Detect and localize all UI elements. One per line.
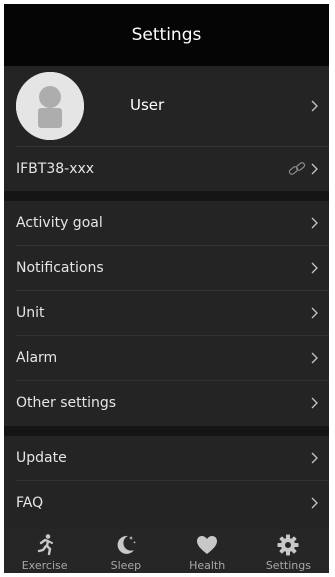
menu-item-alarm[interactable]: Alarm xyxy=(4,336,329,380)
menu-item-label: Notifications xyxy=(16,260,104,276)
chevron-right-icon xyxy=(307,216,321,230)
link-icon xyxy=(287,159,307,179)
device-row[interactable]: IFBT38-xxx xyxy=(4,147,329,191)
tab-label: Health xyxy=(189,559,226,572)
tab-label: Sleep xyxy=(110,559,142,572)
tab-exercise[interactable]: Exercise xyxy=(4,529,85,573)
menu-item-notifications[interactable]: Notifications xyxy=(4,246,329,290)
page-title: Settings xyxy=(131,25,202,45)
menu-item-label: FAQ xyxy=(16,495,44,511)
chevron-right-icon xyxy=(307,396,321,410)
moon-icon xyxy=(114,533,138,557)
menu-item-label: Other settings xyxy=(16,395,117,411)
menu-item-faq[interactable]: FAQ xyxy=(4,481,329,525)
tab-health[interactable]: Health xyxy=(167,529,248,573)
tab-settings[interactable]: Settings xyxy=(248,529,329,573)
chevron-right-icon xyxy=(307,162,321,176)
menu-item-label: Activity goal xyxy=(16,215,103,231)
menu-item-label: Alarm xyxy=(16,350,58,366)
menu-item-activity-goal[interactable]: Activity goal xyxy=(4,201,329,245)
profile-name: User xyxy=(130,96,165,114)
profile-row[interactable]: User xyxy=(4,66,329,146)
chevron-right-icon xyxy=(307,351,321,365)
tab-label: Exercise xyxy=(21,559,68,572)
tab-label: Settings xyxy=(265,559,311,572)
section-divider xyxy=(4,191,329,201)
running-icon xyxy=(33,533,57,557)
menu-item-other-settings[interactable]: Other settings xyxy=(4,381,329,425)
menu-item-update[interactable]: Update xyxy=(4,436,329,480)
chevron-right-icon xyxy=(307,306,321,320)
menu-item-unit[interactable]: Unit xyxy=(4,291,329,335)
tab-sleep[interactable]: Sleep xyxy=(85,529,166,573)
chevron-right-icon xyxy=(307,496,321,510)
user-placeholder-icon xyxy=(16,72,84,140)
chevron-right-icon xyxy=(307,99,321,113)
settings-screen: Settings User IFBT38-xxx Activity goal N… xyxy=(4,4,329,573)
chevron-right-icon xyxy=(307,261,321,275)
menu-item-label: Update xyxy=(16,450,67,466)
header-bar: Settings xyxy=(4,4,329,66)
gear-icon xyxy=(276,533,300,557)
tab-bar: Exercise Sleep Health Settings xyxy=(4,529,329,573)
menu-item-label: Unit xyxy=(16,305,45,321)
chevron-right-icon xyxy=(307,451,321,465)
heart-icon xyxy=(195,533,219,557)
avatar xyxy=(16,72,84,140)
section-divider xyxy=(4,426,329,436)
device-name: IFBT38-xxx xyxy=(16,161,95,177)
